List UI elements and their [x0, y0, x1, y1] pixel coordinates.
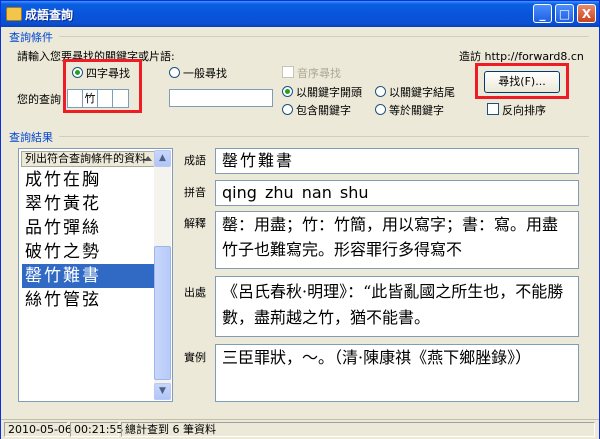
results-scrollbar[interactable]: ▲ ▼ [154, 150, 171, 400]
reverse-sort-label[interactable]: 反向排序 [502, 102, 546, 118]
ends-with-radio[interactable] [375, 86, 386, 97]
main-window: 成語查詢 _ □ X 查詢條件 請輸入您要尋找的關鍵字或片語: 造訪 http:… [0, 0, 600, 439]
results-group-line [59, 136, 589, 137]
close-button[interactable]: X [577, 4, 596, 23]
highlight-box-find [475, 63, 569, 99]
sequence-search-label: 音序尋找 [297, 67, 341, 80]
scroll-up-icon[interactable]: ▲ [154, 150, 171, 167]
scroll-thumb[interactable] [154, 246, 171, 380]
list-item[interactable]: 絲竹管弦 [22, 288, 158, 312]
list-item[interactable]: 翠竹黃花 [22, 192, 158, 216]
list-item[interactable]: 成竹在胸 [22, 168, 158, 192]
explain-label: 解釋 [184, 217, 206, 230]
explain-field[interactable]: 罄：用盡；竹：竹簡，用以寫字；書：寫。用盡竹子也難寫完。形容罪行多得寫不 [215, 211, 579, 269]
example-label: 實例 [184, 351, 206, 364]
title-bar[interactable]: 成語查詢 _ □ X [1, 1, 599, 27]
results-list-header[interactable]: 列出符合查詢條件的資料 [21, 151, 157, 167]
starts-with-label[interactable]: 以關鍵字開頭 [296, 84, 362, 100]
general-search-input[interactable] [169, 89, 273, 107]
status-date: 2010-05-06 [4, 422, 72, 437]
contains-label[interactable]: 包含關鍵字 [296, 102, 351, 118]
status-time: 00:21:55 [70, 422, 123, 437]
maximize-button[interactable]: □ [555, 4, 574, 23]
results-group-title: 查詢結果 [9, 131, 53, 144]
idiom-label: 成語 [184, 154, 206, 167]
equals-radio[interactable] [375, 104, 386, 115]
starts-with-radio[interactable] [282, 86, 293, 97]
scroll-down-icon[interactable]: ▼ [154, 383, 171, 400]
equals-label[interactable]: 等於關鍵字 [389, 102, 444, 118]
sequence-search-checkbox[interactable] [282, 66, 294, 78]
ends-with-label[interactable]: 以關鍵字結尾 [389, 84, 455, 100]
results-list-header-label: 列出符合查詢條件的資料 [25, 152, 146, 165]
minimize-button[interactable]: _ [533, 4, 552, 23]
status-bar: 2010-05-06 00:21:55 總計查到 6 筆資料 [1, 419, 599, 439]
status-message: 總計查到 6 筆資料 [121, 422, 595, 437]
visit-link[interactable]: 造訪 http://forward8.cn [459, 48, 584, 64]
sort-up-icon [144, 156, 152, 161]
folder-app-icon [6, 7, 22, 21]
results-list[interactable]: 列出符合查詢條件的資料 成竹在胸 翠竹黃花 品竹彈絲 破竹之勢 罄竹難書 絲竹管… [18, 148, 173, 402]
pinyin-label: 拼音 [184, 186, 206, 199]
contains-radio[interactable] [282, 104, 293, 115]
list-item[interactable]: 品竹彈絲 [22, 216, 158, 240]
query-group-title: 查詢條件 [9, 31, 53, 44]
general-label[interactable]: 一般尋找 [183, 65, 227, 81]
your-query-label: 您的查詢 [17, 93, 61, 106]
list-item[interactable]: 破竹之勢 [22, 240, 158, 264]
list-item-selected[interactable]: 罄竹難書 [22, 264, 158, 288]
source-field[interactable]: 《呂氏春秋·明理》：“此皆亂國之所生也，不能勝數，盡荊越之竹，猶不能書。 [215, 276, 579, 337]
general-radio[interactable] [169, 67, 180, 78]
reverse-sort-checkbox[interactable] [487, 103, 499, 115]
idiom-field[interactable]: 罄竹難書 [215, 148, 579, 174]
pinyin-field[interactable]: qing zhu nan shu [215, 180, 579, 206]
source-label: 出處 [184, 286, 206, 299]
window-title: 成語查詢 [25, 8, 74, 22]
highlight-box-query [63, 59, 142, 113]
example-field[interactable]: 三臣罪狀，～。（清·陳康祺《燕下鄉脞錄》） [215, 344, 579, 402]
query-group-line [59, 36, 589, 37]
